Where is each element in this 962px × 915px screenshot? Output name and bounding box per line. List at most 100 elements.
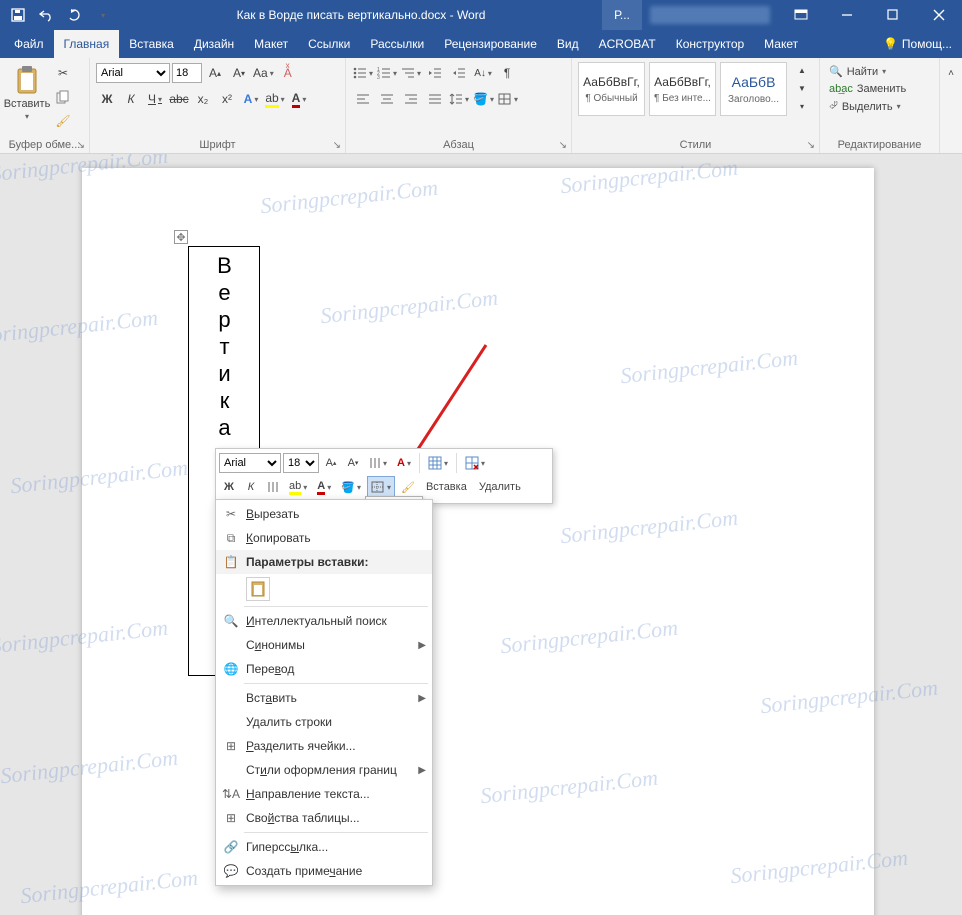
mini-format-painter[interactable]: 🖌 — [397, 476, 419, 498]
document-area[interactable]: ✥ Вертикальный те Soringpcrepair.Com Sor… — [0, 154, 962, 915]
mini-font-color[interactable]: A — [313, 476, 335, 498]
table-move-handle[interactable]: ✥ — [174, 230, 188, 244]
undo-button[interactable] — [34, 3, 58, 27]
font-name-select[interactable]: Arial — [96, 63, 170, 83]
style-no-spacing[interactable]: АаБбВвГг,¶ Без инте... — [649, 62, 716, 116]
mini-shading[interactable]: 🪣 — [337, 476, 365, 498]
align-left-button[interactable] — [352, 88, 374, 110]
mini-bold[interactable]: Ж — [219, 476, 239, 498]
mini-borders[interactable] — [367, 476, 395, 498]
bullets-button[interactable] — [352, 62, 374, 84]
paragraph-dialog-launcher[interactable]: ↘ — [559, 140, 567, 151]
copy-button[interactable] — [52, 86, 74, 108]
italic-button[interactable]: К — [120, 88, 142, 110]
ctx-border-styles[interactable]: Стили оформления границ▶ — [216, 758, 432, 782]
show-marks-button[interactable]: ¶ — [496, 62, 518, 84]
ctx-delete-rows[interactable]: Удалить строки — [216, 710, 432, 734]
increase-indent-button[interactable] — [448, 62, 470, 84]
tab-acrobat[interactable]: ACROBAT — [589, 30, 666, 58]
ctx-split-cells[interactable]: ⊞Разделить ячейки... — [216, 734, 432, 758]
mini-delete-label[interactable]: Удалить — [474, 476, 526, 498]
mini-shrink-font[interactable]: A▾ — [343, 452, 363, 474]
styles-scroll-up[interactable]: ▲ — [791, 62, 813, 78]
ctx-smart-lookup[interactable]: 🔍Интеллектуальный поиск — [216, 609, 432, 633]
superscript-button[interactable]: x² — [216, 88, 238, 110]
shading-button[interactable]: 🪣 — [472, 88, 495, 110]
page[interactable]: ✥ Вертикальный те — [82, 168, 874, 915]
ctx-new-comment[interactable]: 💬Создать примечание — [216, 859, 432, 883]
ribbon-options-button[interactable] — [778, 0, 824, 30]
mini-italic[interactable]: К — [241, 476, 261, 498]
save-button[interactable] — [6, 3, 30, 27]
clear-formatting-button[interactable]: Aͯ — [277, 62, 299, 84]
tab-home[interactable]: Главная — [54, 30, 120, 58]
ctx-table-properties[interactable]: ⊞Свойства таблицы... — [216, 806, 432, 830]
grow-font-button[interactable]: A▴ — [204, 62, 226, 84]
shrink-font-button[interactable]: A▾ — [228, 62, 250, 84]
format-painter-button[interactable]: 🖌 — [52, 110, 74, 132]
style-heading1[interactable]: АаБбВЗаголово... — [720, 62, 787, 116]
tab-references[interactable]: Ссылки — [298, 30, 360, 58]
collapse-ribbon-button[interactable]: ˄ — [940, 62, 962, 84]
tab-file[interactable]: Файл — [4, 30, 54, 58]
mini-font-size[interactable]: 18 — [283, 453, 319, 473]
styles-scroll-down[interactable]: ▼ — [791, 80, 813, 96]
borders-button[interactable] — [497, 88, 519, 110]
line-spacing-button[interactable] — [448, 88, 470, 110]
text-effects-button[interactable]: A — [240, 88, 262, 110]
tab-mailings[interactable]: Рассылки — [360, 30, 434, 58]
multilevel-list-button[interactable] — [400, 62, 422, 84]
bold-button[interactable]: Ж — [96, 88, 118, 110]
font-color-button[interactable]: A — [288, 88, 310, 110]
align-center-button[interactable] — [376, 88, 398, 110]
style-normal[interactable]: АаБбВвГг,¶ Обычный — [578, 62, 645, 116]
select-button[interactable]: ⮰Выделить ▾ — [826, 99, 909, 114]
find-button[interactable]: 🔍Найти ▾ — [826, 64, 909, 79]
tab-insert[interactable]: Вставка — [119, 30, 184, 58]
subscript-button[interactable]: x₂ — [192, 88, 214, 110]
tab-table-layout[interactable]: Макет — [754, 30, 808, 58]
tab-table-design[interactable]: Конструктор — [666, 30, 754, 58]
mini-font-name[interactable]: Arial — [219, 453, 281, 473]
mini-align[interactable] — [263, 476, 283, 498]
ctx-cut[interactable]: ✂Вырезать — [216, 502, 432, 526]
strikethrough-button[interactable]: abc — [168, 88, 190, 110]
sort-button[interactable]: A↓ — [472, 62, 494, 84]
justify-button[interactable] — [424, 88, 446, 110]
paste-keep-source[interactable] — [246, 577, 270, 601]
change-case-button[interactable]: Aa — [252, 62, 275, 84]
mini-grow-font[interactable]: A▴ — [321, 452, 341, 474]
ctx-synonyms[interactable]: Синонимы▶ — [216, 633, 432, 657]
maximize-button[interactable] — [870, 0, 916, 30]
close-button[interactable] — [916, 0, 962, 30]
mini-style[interactable]: A — [393, 452, 415, 474]
tab-layout[interactable]: Макет — [244, 30, 298, 58]
replace-button[interactable]: ab⁠͢acЗаменить — [826, 82, 909, 96]
mini-insert-table[interactable] — [424, 452, 452, 474]
mini-highlight[interactable]: ab — [285, 476, 311, 498]
ctx-insert[interactable]: Вставить▶ — [216, 686, 432, 710]
mini-insert-label[interactable]: Вставка — [421, 476, 472, 498]
font-dialog-launcher[interactable]: ↘ — [333, 140, 341, 151]
ctx-translate[interactable]: 🌐Перевод — [216, 657, 432, 681]
mini-columns[interactable] — [365, 452, 391, 474]
tab-review[interactable]: Рецензирование — [434, 30, 547, 58]
redo-button[interactable] — [62, 3, 86, 27]
ctx-hyperlink[interactable]: 🔗Гиперссылка... — [216, 835, 432, 859]
numbering-button[interactable]: 123 — [376, 62, 398, 84]
cut-button[interactable]: ✂ — [52, 62, 74, 84]
ctx-text-direction[interactable]: ⇅AНаправление текста... — [216, 782, 432, 806]
tab-design[interactable]: Дизайн — [184, 30, 244, 58]
qat-customize-button[interactable] — [90, 3, 114, 27]
paste-button[interactable]: Вставить ▾ — [6, 62, 48, 121]
ctx-copy[interactable]: ⧉Копировать — [216, 526, 432, 550]
minimize-button[interactable] — [824, 0, 870, 30]
font-size-input[interactable] — [172, 63, 202, 83]
tab-view[interactable]: Вид — [547, 30, 589, 58]
styles-expand[interactable]: ▾ — [791, 98, 813, 114]
account-badge[interactable]: Р... — [602, 0, 642, 30]
decrease-indent-button[interactable] — [424, 62, 446, 84]
tell-me[interactable]: 💡 Помощ... — [873, 30, 962, 58]
highlight-button[interactable]: ab — [264, 88, 286, 110]
align-right-button[interactable] — [400, 88, 422, 110]
